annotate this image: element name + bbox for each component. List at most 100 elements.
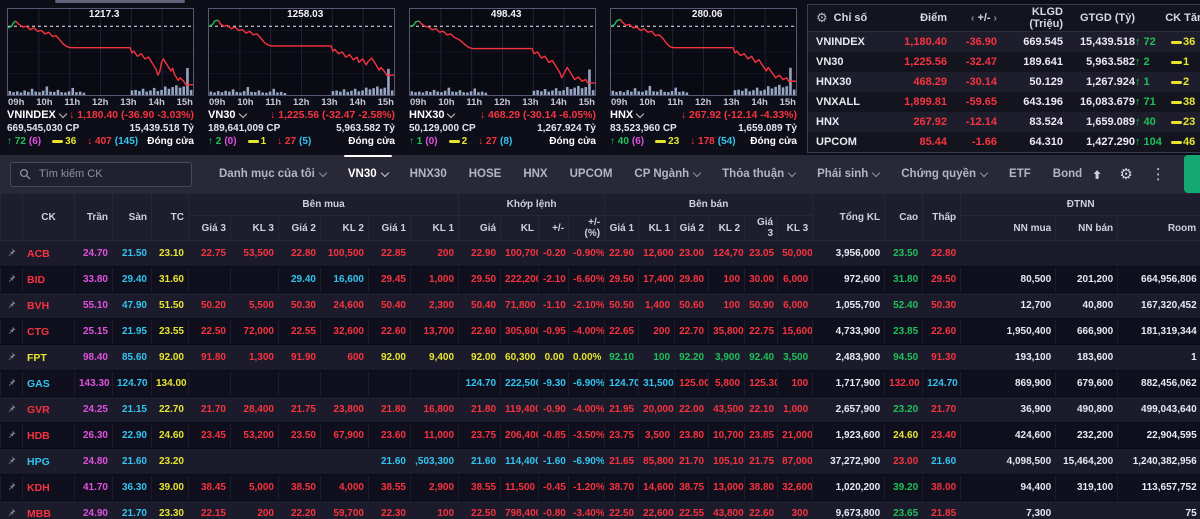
board-row-GAS[interactable]: GAS 143.30 124.70 134.00 124.70 222,500 -9.30-… — [0, 370, 1200, 397]
pin-cell[interactable] — [0, 318, 23, 345]
tab-danh-mục-của-tôi[interactable]: Danh mục của tôi — [208, 155, 337, 193]
pin-cell[interactable] — [0, 396, 23, 423]
subcol-room[interactable]: Room — [1117, 215, 1200, 241]
board-row-BVH[interactable]: BVH 55.10 47.90 51.50 50.20 5,500 50.30 24,600 5… — [0, 292, 1200, 319]
subcol-gi-2[interactable]: Giá 2 — [278, 215, 321, 241]
subcol-gi-1[interactable]: Giá 1 — [604, 215, 640, 241]
kebab-menu-icon[interactable]: ⋮ — [1151, 167, 1166, 182]
pin-cell[interactable] — [0, 448, 23, 475]
subcol-kl-3[interactable]: KL 3 — [230, 215, 279, 241]
pin-cell[interactable] — [0, 422, 23, 449]
index-row-VNXALL[interactable]: VNXALL 1,899.81 -59.65 643.196 16,083.679 ↑ 7… — [808, 92, 1200, 112]
col-reference[interactable]: TC — [151, 193, 189, 241]
pin-icon[interactable] — [7, 482, 16, 491]
pin-icon[interactable] — [7, 456, 16, 465]
subcol-kl-2[interactable]: KL 2 — [708, 215, 746, 241]
tab-upcom[interactable]: UPCOM — [559, 155, 624, 193]
tab-chứng-quyền[interactable]: Chứng quyền — [890, 155, 998, 193]
subcol-kl[interactable]: KL — [500, 215, 540, 241]
pin-icon[interactable] — [7, 326, 16, 335]
pin-icon[interactable] — [7, 352, 16, 361]
subcol-nn-mua[interactable]: NN mua — [960, 215, 1057, 241]
arrow-up-icon[interactable] — [1093, 168, 1101, 181]
col-low[interactable]: Thấp — [922, 193, 962, 241]
col-total-volume[interactable]: Tổng KL — [812, 193, 886, 241]
board-cell: 100 — [409, 500, 459, 519]
search-input[interactable] — [37, 167, 183, 181]
board-row-ACB[interactable]: ACB 24.70 21.50 23.10 22.75 53,500 22.80 100,50… — [0, 240, 1200, 267]
pin-cell[interactable] — [0, 292, 23, 319]
pin-cell[interactable] — [0, 266, 23, 293]
index-row-UPCOM[interactable]: UPCOM85.44-1.6664.3101,427.290↑ 10446↓ 2… — [808, 132, 1200, 152]
tab-hnx30[interactable]: HNX30 — [399, 155, 458, 193]
subcol-gi-2[interactable]: Giá 2 — [674, 215, 710, 241]
time-label: 09h — [611, 97, 628, 108]
subcol--[interactable]: +/- (%) — [568, 215, 606, 241]
board-row-BID[interactable]: BID 33.80 29.40 31.60 29.40 16,600 29.45 1,000 2… — [0, 266, 1200, 293]
col-change[interactable]: ‹ +/- › — [947, 12, 997, 24]
board-row-HPG[interactable]: HPG 24.80 21.60 23.20 21.60,503,300 21.60 114,… — [0, 448, 1200, 475]
subcol-gi-[interactable]: Giá — [458, 215, 502, 241]
tab-phái-sinh[interactable]: Phái sinh — [806, 155, 890, 193]
board-row-HDB[interactable]: HDB 26.30 22.90 24.60 23.45 53,200 23.50 67,900… — [0, 422, 1200, 449]
time-label: 13h — [522, 97, 539, 108]
index-turnover: 5,963.582 Tỷ — [336, 123, 395, 134]
pin-icon[interactable] — [7, 508, 16, 517]
index-name-dropdown[interactable]: HNX30 — [409, 109, 456, 122]
tab-bond[interactable]: Bond — [1042, 155, 1093, 193]
chart-plot-area: 280.06 — [610, 8, 797, 96]
settings-gear-icon[interactable]: ⚙ — [1119, 167, 1132, 182]
board-row-MBB[interactable]: MBB 24.90 21.70 23.30 22.15 200 22.20 59,700 22.… — [0, 500, 1200, 519]
tab-vn30[interactable]: VN30 — [337, 155, 399, 193]
tab-cp-ngành[interactable]: CP Ngành — [623, 155, 711, 193]
pin-icon[interactable] — [7, 300, 16, 309]
board-row-GVR[interactable]: GVR 24.25 21.15 22.70 21.70 28,400 21.75 23,800… — [0, 396, 1200, 423]
subcol-nn-b-n[interactable]: NN bán — [1055, 215, 1119, 241]
tab-etf[interactable]: ETF — [998, 155, 1042, 193]
index-row-HNX[interactable]: HNX267.92-12.1483.5241,659.089↑ 4023↓ 17… — [808, 112, 1200, 132]
col-floor[interactable]: Sàn — [112, 193, 152, 241]
board-cell: 132.00 — [884, 370, 923, 397]
board-row-KDH[interactable]: KDH 41.70 36.30 39.00 38.45 5,000 38.50 4,000 38… — [0, 474, 1200, 501]
board-row-CTG[interactable]: CTG 25.15 21.95 23.55 22.50 72,000 22.55 32,600… — [0, 318, 1200, 345]
subcol-gi-3[interactable]: Giá 3 — [744, 215, 779, 241]
tab-hose[interactable]: HOSE — [458, 155, 513, 193]
tab-hnx[interactable]: HNX — [512, 155, 558, 193]
subcol-gi-3[interactable]: Giá 3 — [188, 215, 231, 241]
pin-icon[interactable] — [7, 404, 16, 413]
subcol-gi-1[interactable]: Giá 1 — [368, 215, 411, 241]
pin-icon[interactable] — [7, 248, 16, 257]
board-row-FPT[interactable]: FPT 98.40 85.60 92.00 91.80 1,300 91.90 600 92.0… — [0, 344, 1200, 371]
pin-cell[interactable] — [0, 474, 23, 501]
col-ceiling[interactable]: Trần — [74, 193, 113, 241]
col-ticker[interactable]: CK — [22, 193, 75, 241]
pin-icon[interactable] — [7, 274, 16, 283]
pin-icon[interactable] — [7, 378, 16, 387]
pin-icon[interactable] — [7, 430, 16, 439]
index-row-VN30[interactable]: VN301,225.56-32.47189.6415,963.582↑ 21↓ … — [808, 52, 1200, 72]
col-high[interactable]: Cao — [884, 193, 924, 241]
subcol-kl-3[interactable]: KL 3 — [777, 215, 814, 241]
index-row-HNX30[interactable]: HNX30468.29-30.1450.1291,267.924↑ 12↓ 27 — [808, 72, 1200, 92]
pin-cell[interactable] — [0, 500, 23, 519]
subcol-kl-1[interactable]: KL 1 — [409, 215, 460, 241]
subcol-kl-2[interactable]: KL 2 — [320, 215, 369, 241]
board-cell — [960, 240, 1056, 267]
index-row-VNINDEX[interactable]: VNINDEX 1,180.40 -36.90 669.545 15,439.518 ↑ … — [808, 32, 1200, 52]
pin-cell[interactable] — [0, 370, 23, 397]
stock-search-box[interactable] — [10, 161, 192, 187]
board-cell: 424,600 — [960, 422, 1056, 449]
board-cell: -4.00% — [568, 396, 605, 423]
pin-cell[interactable] — [0, 344, 23, 371]
tab-thỏa-thuận[interactable]: Thỏa thuận — [711, 155, 806, 193]
index-name-dropdown[interactable]: VNINDEX — [7, 109, 68, 122]
subcol--[interactable]: +/- — [538, 215, 570, 241]
board-cell: 869,900 — [960, 370, 1056, 397]
place-order-button[interactable]: Đặt lệnh — [1183, 155, 1200, 193]
pin-cell[interactable] — [0, 240, 23, 267]
top-scrollbar-thumb[interactable] — [55, 0, 185, 3]
gear-icon[interactable]: ⚙ — [816, 10, 828, 26]
subcol-kl-1[interactable]: KL 1 — [638, 215, 676, 241]
index-name-dropdown[interactable]: VN30 — [208, 109, 247, 122]
index-name-dropdown[interactable]: HNX — [610, 109, 645, 122]
